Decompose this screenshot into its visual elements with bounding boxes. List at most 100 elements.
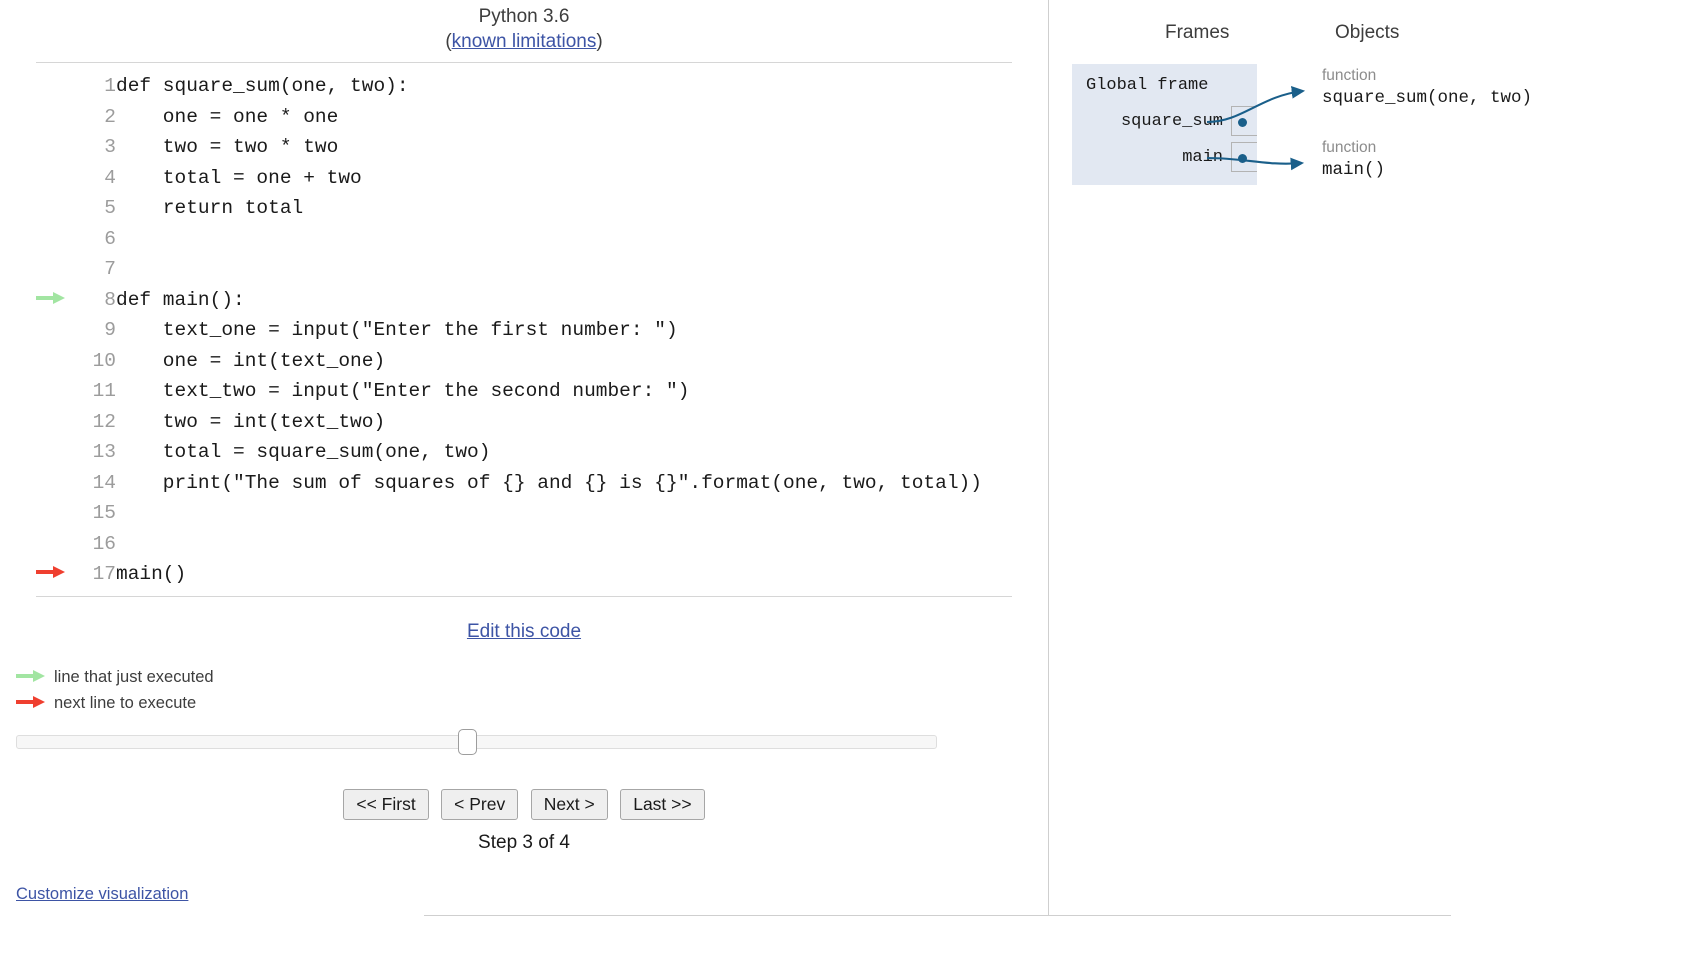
code-line-text <box>116 254 1012 285</box>
line-number: 5 <box>104 197 116 219</box>
code-line-marker <box>36 315 82 346</box>
step-counter: Step 3 of 4 <box>478 831 570 853</box>
line-number: 4 <box>104 166 116 189</box>
line-number: 11 <box>92 380 116 402</box>
legend-label-just-executed: line that just executed <box>54 668 214 686</box>
edit-code-row: Edit this code <box>0 621 1048 643</box>
object-value-label: square_sum(one, two) <box>1322 88 1533 108</box>
line-number: 13 <box>92 441 116 463</box>
code-line-marker <box>36 254 82 285</box>
frames-column-title: Frames <box>1165 22 1230 43</box>
code-line-text: one = one * one <box>116 105 339 128</box>
next-step-button[interactable]: Next > <box>530 788 608 820</box>
red-arrow-icon <box>36 566 66 579</box>
python-version-label: Python 3.6 <box>478 6 570 27</box>
bottom-divider <box>424 915 1451 916</box>
code-line-text: text_two = input("Enter the second numbe… <box>116 380 690 402</box>
green-arrow-icon <box>36 291 66 304</box>
green-arrow-icon <box>16 670 46 682</box>
customize-visualization-link[interactable]: Customize visualization <box>16 885 188 904</box>
code-line-text: text_one = input("Enter the first number… <box>116 319 678 341</box>
first-step-button[interactable]: << First <box>343 788 429 820</box>
code-line-marker <box>36 71 82 102</box>
line-number: 7 <box>104 258 116 280</box>
arrow-legend: line that just executed next line to exe… <box>16 665 1048 717</box>
code-line-row: 13 total = square_sum(one, two) <box>36 437 1012 468</box>
line-number: 6 <box>104 227 116 250</box>
visualization-panel: Frames Objects Global frame square_sum m… <box>1050 0 1699 954</box>
line-number: 3 <box>104 136 116 158</box>
code-panel: Python 3.6 (known limitations) 1 def squa… <box>0 0 1049 915</box>
slider-handle[interactable] <box>458 728 478 755</box>
line-number: 15 <box>92 502 116 524</box>
legend-label-next-to-execute: next line to execute <box>54 694 197 712</box>
navigation-buttons: << First < Prev Next > Last >> <box>0 788 1048 820</box>
pointer-dot-icon <box>1238 118 1247 127</box>
code-line-row: 7 <box>36 254 1012 285</box>
heap-object-main: function main() <box>1322 138 1385 182</box>
object-value-label: main() <box>1322 160 1386 180</box>
last-step-button[interactable]: Last >> <box>620 788 705 820</box>
code-display: 1 def square_sum(one, two): 2 one = one * … <box>36 62 1012 597</box>
code-line-row: 17 main() <box>36 559 1012 590</box>
code-line-text: print("The sum of squares of {} and {} i… <box>116 471 982 494</box>
code-line-row: 4 total = one + two <box>36 163 1012 194</box>
line-number: 9 <box>104 319 116 341</box>
code-line-text <box>116 224 1012 255</box>
code-line-row: 16 <box>36 529 1012 560</box>
edit-this-code-link[interactable]: Edit this code <box>467 621 581 642</box>
heap-object-square-sum: function square_sum(one, two) <box>1322 66 1532 110</box>
line-number: 12 <box>92 410 116 433</box>
code-line-text: def main(): <box>116 288 245 311</box>
visualization-headers: Frames Objects <box>1050 0 1699 50</box>
code-line-marker <box>36 102 82 133</box>
code-line-marker <box>36 376 82 407</box>
code-line-marker <box>36 163 82 194</box>
code-line-row: 6 <box>36 224 1012 255</box>
code-line-text: two = int(text_two) <box>116 410 386 433</box>
line-number: 1 <box>104 75 116 97</box>
legend-row-just-executed: line that just executed <box>16 665 1048 691</box>
code-line-text: one = int(text_one) <box>116 349 386 372</box>
code-line-row: 9 text_one = input("Enter the first numb… <box>36 315 1012 346</box>
code-table: 1 def square_sum(one, two): 2 one = one * … <box>36 71 1012 590</box>
global-frame-title: Global frame <box>1086 76 1209 95</box>
variable-pointer-slot <box>1231 106 1257 136</box>
code-line-text: main() <box>116 563 187 585</box>
code-line-marker <box>36 132 82 163</box>
code-line-text <box>116 498 1012 529</box>
variable-name-square-sum: square_sum <box>1120 111 1223 131</box>
variable-name-main: main <box>1182 147 1223 167</box>
frame-variable-row: square_sum <box>1072 103 1257 139</box>
line-number: 14 <box>92 471 116 494</box>
code-line-row: 3 two = two * two <box>36 132 1012 163</box>
code-line-marker <box>36 285 82 316</box>
code-line-row: 11 text_two = input("Enter the second nu… <box>36 376 1012 407</box>
code-line-marker <box>36 468 82 499</box>
object-type-label: function <box>1322 139 1377 156</box>
execution-slider[interactable] <box>16 728 1032 755</box>
python-version-header: Python 3.6 (known limitations) <box>0 0 1048 54</box>
code-line-text: def square_sum(one, two): <box>116 75 409 97</box>
line-number: 10 <box>92 349 116 372</box>
paren-open: ( <box>445 31 452 52</box>
code-line-row: 8 def main(): <box>36 285 1012 316</box>
code-line-marker <box>36 224 82 255</box>
code-line-text: return total <box>116 197 304 219</box>
red-arrow-icon <box>16 696 46 708</box>
code-line-row: 2 one = one * one <box>36 102 1012 133</box>
code-line-text: total = square_sum(one, two) <box>116 441 491 463</box>
prev-step-button[interactable]: < Prev <box>441 788 519 820</box>
line-number: 16 <box>92 532 116 555</box>
known-limitations-line: (known limitations) <box>0 29 1048 54</box>
code-line-row: 12 two = int(text_two) <box>36 407 1012 438</box>
code-line-row: 5 return total <box>36 193 1012 224</box>
code-line-marker <box>36 346 82 377</box>
code-line-text: total = one + two <box>116 166 362 189</box>
known-limitations-link[interactable]: known limitations <box>452 31 597 52</box>
objects-column-title: Objects <box>1335 22 1400 43</box>
code-line-marker <box>36 498 82 529</box>
code-line-text: two = two * two <box>116 136 339 158</box>
global-frame: Global frame square_sum main <box>1072 64 1257 185</box>
code-line-row: 14 print("The sum of squares of {} and {… <box>36 468 1012 499</box>
